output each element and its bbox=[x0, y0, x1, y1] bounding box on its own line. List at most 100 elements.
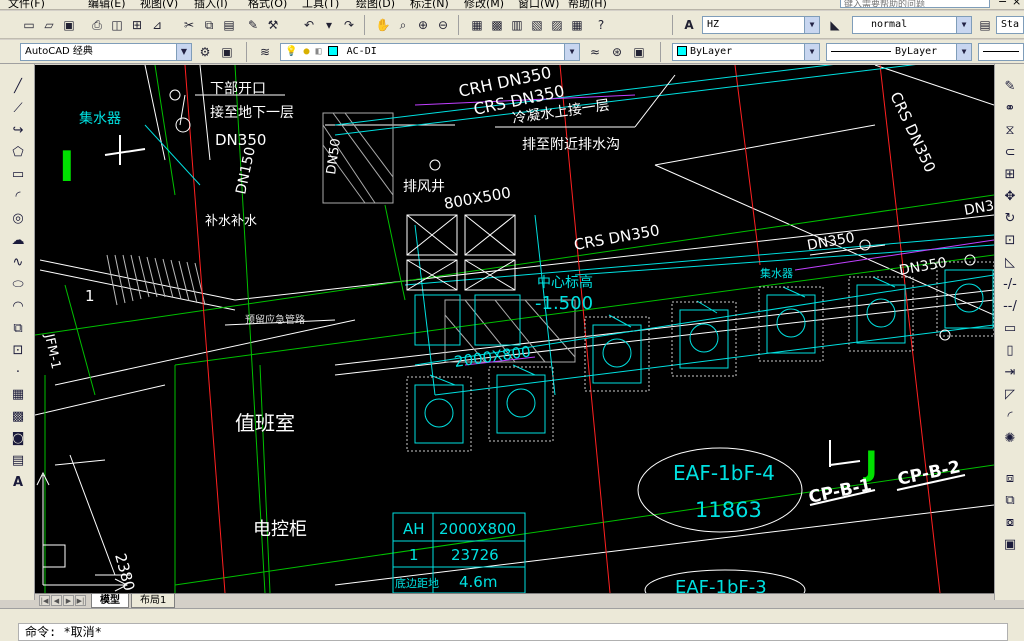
chamfer-icon[interactable]: ◸ bbox=[1000, 384, 1020, 404]
menu-tools[interactable]: 工具(T) bbox=[302, 0, 339, 9]
text-style-select[interactable]: HZ ▼ bbox=[702, 16, 820, 34]
zoom-previous-icon[interactable]: ⊖ bbox=[434, 16, 452, 34]
linetype-select[interactable]: ByLayer ▼ bbox=[826, 43, 972, 61]
help-icon[interactable]: ? bbox=[592, 16, 610, 34]
table-style-icon[interactable]: ▤ bbox=[976, 16, 994, 34]
circle-icon[interactable]: ◎ bbox=[8, 208, 28, 228]
paste-icon[interactable]: ▤ bbox=[220, 16, 238, 34]
publish-icon[interactable]: ⊞ bbox=[128, 16, 146, 34]
erase-icon[interactable]: ✎ bbox=[1000, 76, 1020, 96]
next-tab-icon[interactable]: ▶ bbox=[63, 595, 74, 606]
point-icon[interactable]: · bbox=[8, 362, 28, 382]
tab-layout1[interactable]: 布局1 bbox=[131, 594, 176, 608]
zoom-realtime-icon[interactable]: ⌕ bbox=[394, 16, 412, 34]
extend-icon[interactable]: --/ bbox=[1000, 296, 1020, 316]
menu-insert[interactable]: 插入(I) bbox=[194, 0, 228, 9]
join-icon[interactable]: ⇥ bbox=[1000, 362, 1020, 382]
tool-palettes-icon[interactable]: ▥ bbox=[508, 16, 526, 34]
explode-icon[interactable]: ✺ bbox=[1000, 428, 1020, 448]
menu-dimension[interactable]: 标注(N) bbox=[410, 0, 449, 9]
menu-draw[interactable]: 绘图(D) bbox=[356, 0, 395, 9]
menu-file[interactable]: 文件(F) bbox=[8, 0, 45, 9]
scale-icon[interactable]: ⊡ bbox=[1000, 230, 1020, 250]
polyline-icon[interactable]: ↪ bbox=[8, 120, 28, 140]
print-icon[interactable]: ⎙ bbox=[88, 16, 106, 34]
menu-format[interactable]: 格式(O) bbox=[248, 0, 287, 9]
workspace-settings-icon[interactable]: ⚙ bbox=[196, 43, 214, 61]
chevron-down-icon[interactable]: ▼ bbox=[804, 17, 819, 33]
workspace-save-icon[interactable]: ▣ bbox=[218, 43, 236, 61]
chevron-down-icon[interactable]: ▼ bbox=[956, 17, 971, 33]
rotate-icon[interactable]: ↻ bbox=[1000, 208, 1020, 228]
markup-icon[interactable]: ▨ bbox=[548, 16, 566, 34]
properties-icon[interactable]: ▦ bbox=[468, 16, 486, 34]
trim-icon[interactable]: -/- bbox=[1000, 274, 1020, 294]
hatch-icon[interactable]: ▦ bbox=[8, 384, 28, 404]
save-icon[interactable]: ▣ bbox=[60, 16, 78, 34]
rectangle-icon[interactable]: ▭ bbox=[8, 164, 28, 184]
menu-view[interactable]: 视图(V) bbox=[140, 0, 178, 9]
polygon-icon[interactable]: ⬠ bbox=[8, 142, 28, 162]
design-center-icon[interactable]: ▩ bbox=[488, 16, 506, 34]
chevron-down-icon[interactable]: ▼ bbox=[564, 44, 579, 60]
above-object-icon[interactable]: ▣ bbox=[1000, 534, 1020, 554]
open-file-icon[interactable]: ▱ bbox=[40, 16, 58, 34]
color-select[interactable]: ByLayer ▼ bbox=[672, 43, 820, 61]
workspace-select[interactable]: AutoCAD 经典 ▼ bbox=[20, 43, 192, 61]
menu-help[interactable]: 帮助(H) bbox=[568, 0, 607, 9]
construction-line-icon[interactable]: ⟋ bbox=[8, 98, 28, 118]
region-icon[interactable]: ◙ bbox=[8, 428, 28, 448]
move-icon[interactable]: ✥ bbox=[1000, 186, 1020, 206]
ellipse-arc-icon[interactable]: ◠ bbox=[8, 296, 28, 316]
undo-icon[interactable]: ↶ bbox=[300, 16, 318, 34]
table-style-select[interactable]: Sta bbox=[996, 16, 1024, 34]
dim-style-select[interactable]: normal ▼ bbox=[852, 16, 972, 34]
break-at-point-icon[interactable]: ▭ bbox=[1000, 318, 1020, 338]
copy-icon[interactable]: ⧉ bbox=[200, 16, 218, 34]
layer-select[interactable]: 💡 ● ◧ AC-DI ▼ bbox=[280, 43, 580, 61]
revision-cloud-icon[interactable]: ☁ bbox=[8, 230, 28, 250]
text-style-icon[interactable]: A bbox=[680, 16, 698, 34]
plot-icon[interactable]: ⊿ bbox=[148, 16, 166, 34]
last-tab-icon[interactable]: ▶| bbox=[75, 595, 86, 606]
insert-block-icon[interactable]: ⧉ bbox=[8, 318, 28, 338]
calculator-icon[interactable]: ▦ bbox=[568, 16, 586, 34]
menu-window[interactable]: 窗口(W) bbox=[518, 0, 559, 9]
command-line[interactable]: 命令: *取消* bbox=[18, 623, 1008, 641]
first-tab-icon[interactable]: |◀ bbox=[39, 595, 50, 606]
make-block-icon[interactable]: ⊡ bbox=[8, 340, 28, 360]
cut-icon[interactable]: ✂ bbox=[180, 16, 198, 34]
menu-modify[interactable]: 修改(M) bbox=[464, 0, 504, 9]
close-icon[interactable]: × bbox=[1012, 0, 1021, 8]
spline-icon[interactable]: ∿ bbox=[8, 252, 28, 272]
match-properties-icon[interactable]: ✎ bbox=[244, 16, 262, 34]
send-back-icon[interactable]: ⧇ bbox=[1000, 512, 1020, 532]
table-icon[interactable]: ▤ bbox=[8, 450, 28, 470]
undo-dropdown-icon[interactable]: ▾ bbox=[320, 16, 338, 34]
chevron-down-icon[interactable]: ▼ bbox=[956, 44, 971, 60]
layer-states-icon[interactable]: ▣ bbox=[630, 43, 648, 61]
redo-icon[interactable]: ↷ bbox=[340, 16, 358, 34]
new-file-icon[interactable]: ▭ bbox=[20, 16, 38, 34]
prev-tab-icon[interactable]: ◀ bbox=[51, 595, 62, 606]
bring-front-icon[interactable]: ⧉ bbox=[1000, 490, 1020, 510]
chevron-down-icon[interactable]: ▼ bbox=[176, 44, 191, 60]
minimize-icon[interactable]: − bbox=[998, 0, 1007, 8]
pan-icon[interactable]: ✋ bbox=[374, 16, 392, 34]
line-icon[interactable]: ╱ bbox=[8, 76, 28, 96]
arc-icon[interactable]: ◜ bbox=[8, 186, 28, 206]
copy-object-icon[interactable]: ⚭ bbox=[1000, 98, 1020, 118]
chevron-down-icon[interactable]: ▼ bbox=[804, 44, 819, 60]
gradient-icon[interactable]: ▩ bbox=[8, 406, 28, 426]
dim-style-icon[interactable]: ◣ bbox=[826, 16, 844, 34]
fillet-icon[interactable]: ◜ bbox=[1000, 406, 1020, 426]
tab-model[interactable]: 模型 bbox=[91, 594, 129, 608]
mirror-icon[interactable]: ⧖ bbox=[1000, 120, 1020, 140]
break-icon[interactable]: ▯ bbox=[1000, 340, 1020, 360]
zoom-window-icon[interactable]: ⊕ bbox=[414, 16, 432, 34]
multiline-text-icon[interactable]: A bbox=[8, 472, 28, 492]
drawing-canvas[interactable]: 下部开口 接至地下一层 DN350 DN150 DN50 CRH DN350 C… bbox=[35, 65, 994, 593]
layer-previous-icon[interactable]: ⊛ bbox=[608, 43, 626, 61]
offset-icon[interactable]: ⊂ bbox=[1000, 142, 1020, 162]
make-current-layer-icon[interactable]: ≈ bbox=[586, 43, 604, 61]
